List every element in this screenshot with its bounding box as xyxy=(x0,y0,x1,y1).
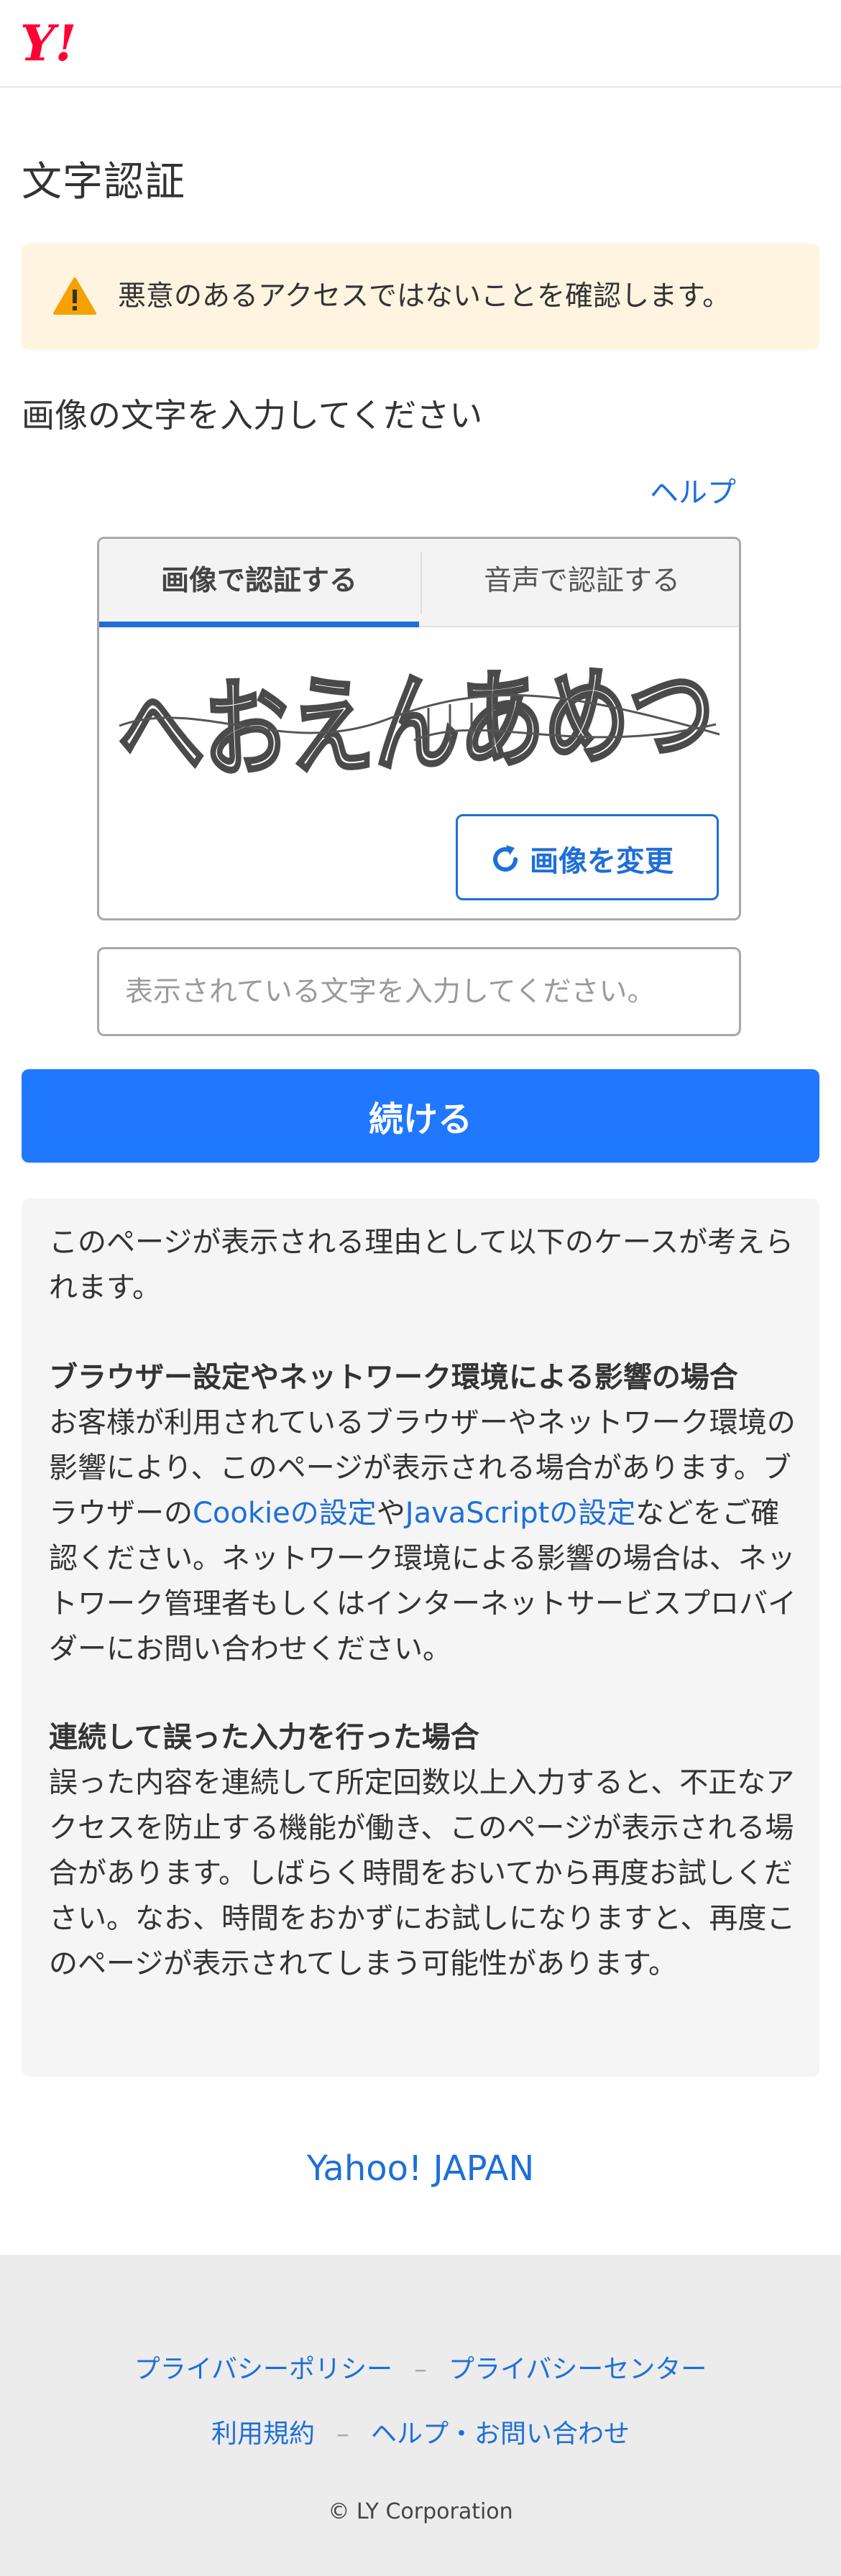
captcha-panel: 画像で認証する 音声で認証する へおえんあめつ 画像を変更 xyxy=(97,537,741,920)
warning-alert: 悪意のあるアクセスではないことを確認します。 xyxy=(22,244,819,350)
change-image-button[interactable]: 画像を変更 xyxy=(456,814,719,900)
tab-image-auth[interactable]: 画像で認証する xyxy=(99,539,419,627)
section1-heading: ブラウザー設定やネットワーク環境による影響の場合 xyxy=(49,1361,738,1394)
cookie-settings-link[interactable]: Cookieの設定 xyxy=(193,1497,377,1530)
copyright: © LY Corporation xyxy=(328,2499,513,2524)
svg-text:へおえんあめつ: へおえんあめつ xyxy=(116,652,716,796)
continue-button[interactable]: 続ける xyxy=(22,1069,819,1163)
footer-links-row-1: プライバシーポリシー – プライバシーセンター xyxy=(0,2348,841,2386)
privacy-center-link[interactable]: プライバシーセンター xyxy=(449,2355,707,2384)
refresh-icon xyxy=(493,845,518,872)
site-header: Y! xyxy=(0,0,841,88)
change-image-label: 画像を変更 xyxy=(530,845,674,878)
warning-icon xyxy=(53,277,96,315)
captcha-tab-bar: 画像で認証する 音声で認証する xyxy=(99,539,739,627)
terms-link[interactable]: 利用規約 xyxy=(211,2419,315,2449)
section2-heading: 連続して誤った入力を行った場合 xyxy=(49,1721,479,1754)
section1-body: お客様が利用されているブラウザーやネットワーク環境の影響により、このページが表示… xyxy=(49,1400,796,1672)
info-intro: このページが表示される理由として以下のケースが考えられます。 xyxy=(49,1226,794,1304)
info-box: このページが表示される理由として以下のケースが考えられます。 ブラウザー設定やネ… xyxy=(22,1199,819,2077)
section2-body: 誤った内容を連続して所定回数以上入力すると、不正なアクセスを防止する機能が働き、… xyxy=(49,1766,796,1980)
javascript-settings-link[interactable]: JavaScriptの設定 xyxy=(405,1497,636,1530)
footer-separator: – xyxy=(336,2419,349,2449)
privacy-policy-link[interactable]: プライバシーポリシー xyxy=(134,2355,392,2384)
alert-text: 悪意のあるアクセスではないことを確認します。 xyxy=(118,280,731,313)
tab-audio-auth[interactable]: 音声で認証する xyxy=(422,539,739,626)
yahoo-logo[interactable]: Y! xyxy=(20,16,103,72)
svg-text:Y!: Y! xyxy=(20,16,76,72)
captcha-answer-input[interactable] xyxy=(97,947,741,1036)
footer-separator: – xyxy=(414,2355,427,2384)
captcha-image: へおえんあめつ xyxy=(114,650,720,798)
page-title: 文字認証 xyxy=(22,159,185,206)
instruction-text: 画像の文字を入力してください xyxy=(22,396,483,435)
section1-text-b: や xyxy=(376,1497,405,1530)
footer-links-row-2: 利用規約 – ヘルプ・お問い合わせ xyxy=(0,2413,841,2450)
yahoo-japan-link[interactable]: Yahoo! JAPAN xyxy=(0,2148,841,2189)
help-contact-link[interactable]: ヘルプ・お問い合わせ xyxy=(371,2419,630,2449)
help-link[interactable]: ヘルプ xyxy=(650,469,736,511)
